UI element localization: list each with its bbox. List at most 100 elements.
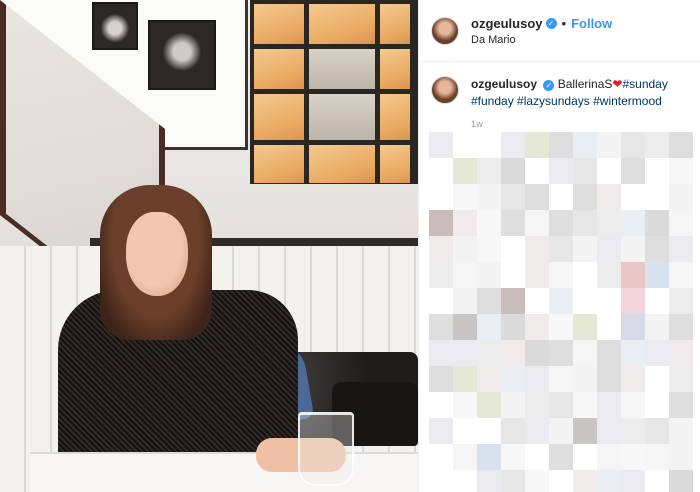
pixel-block: [501, 184, 525, 210]
pixel-block: [477, 444, 501, 470]
pixel-block: [501, 288, 525, 314]
pixel-block: [501, 314, 525, 340]
pixel-block: [597, 262, 621, 288]
pixel-block: [645, 262, 669, 288]
pixel-block: [573, 470, 597, 492]
pixel-block: [549, 340, 573, 366]
caption-username[interactable]: ozgeulusoy: [471, 77, 537, 91]
location-link[interactable]: Da Mario: [471, 34, 612, 46]
pixel-block: [597, 184, 621, 210]
pixel-block: [645, 210, 669, 236]
pixel-block: [501, 158, 525, 184]
pixel-block: [573, 314, 597, 340]
pixel-block: [429, 314, 453, 340]
pixel-block: [597, 392, 621, 418]
pixel-block: [453, 340, 477, 366]
pixel-block: [549, 470, 573, 492]
pixel-block: [549, 158, 573, 184]
pixel-block: [597, 210, 621, 236]
pixel-block: [645, 184, 669, 210]
pixel-block: [477, 184, 501, 210]
pixel-block: [645, 288, 669, 314]
face: [126, 212, 188, 296]
pixel-block: [477, 392, 501, 418]
pixel-block: [477, 262, 501, 288]
post-photo[interactable]: [0, 0, 418, 492]
lit-window: [250, 0, 418, 184]
pixel-block: [429, 444, 453, 470]
hashtag-wintermood[interactable]: #wintermood: [593, 94, 662, 108]
pixel-block: [645, 340, 669, 366]
avatar[interactable]: [431, 16, 459, 45]
pixel-block: [477, 132, 501, 158]
pixel-block: [525, 340, 549, 366]
pixel-block: [501, 340, 525, 366]
pixel-block: [453, 184, 477, 210]
pixel-block: [669, 132, 693, 158]
pixel-block: [645, 444, 669, 470]
pixel-block: [573, 392, 597, 418]
pixel-block: [429, 210, 453, 236]
pixel-block: [429, 262, 453, 288]
pixel-block: [525, 210, 549, 236]
pixel-block: [669, 210, 693, 236]
pixel-block: [477, 366, 501, 392]
pixel-block: [597, 132, 621, 158]
hashtag-sunday[interactable]: #sunday: [622, 77, 667, 91]
pixel-block: [429, 132, 453, 158]
pixel-block: [429, 236, 453, 262]
pixel-block: [549, 288, 573, 314]
pixel-block: [597, 470, 621, 492]
pixel-block: [645, 470, 669, 492]
pixel-block: [597, 444, 621, 470]
pixel-block: [453, 262, 477, 288]
pixel-block: [621, 288, 645, 314]
pixel-block: [453, 314, 477, 340]
wine-glass: [298, 412, 354, 486]
pixel-block: [645, 236, 669, 262]
pixel-block: [669, 340, 693, 366]
pixel-block: [597, 288, 621, 314]
pixel-block: [621, 210, 645, 236]
username-link[interactable]: ozgeulusoy: [471, 16, 543, 31]
pixel-block: [597, 366, 621, 392]
pixel-block: [429, 340, 453, 366]
pixel-block: [669, 392, 693, 418]
pixel-block: [669, 470, 693, 492]
pixel-block: [453, 418, 477, 444]
caption-avatar[interactable]: [431, 76, 459, 104]
pixel-block: [549, 418, 573, 444]
post-header: ozgeulusoy ✓ • Follow Da Mario: [419, 0, 700, 62]
pixel-block: [573, 184, 597, 210]
table: [30, 452, 418, 492]
pixel-block: [549, 392, 573, 418]
hashtag-lazysundays[interactable]: #lazysundays: [517, 94, 590, 108]
follow-button[interactable]: Follow: [571, 16, 612, 31]
pixel-block: [549, 444, 573, 470]
pixel-block: [621, 392, 645, 418]
pixel-block: [621, 340, 645, 366]
pixel-block: [477, 418, 501, 444]
hashtag-funday[interactable]: #funday: [471, 94, 514, 108]
pixel-block: [669, 236, 693, 262]
pixel-block: [501, 262, 525, 288]
pixel-block: [477, 470, 501, 492]
pixel-block: [525, 314, 549, 340]
pixel-block: [645, 418, 669, 444]
pixel-block: [573, 158, 597, 184]
pixel-block: [573, 366, 597, 392]
pixel-block: [621, 184, 645, 210]
pixel-block: [597, 158, 621, 184]
pixel-block: [645, 314, 669, 340]
pixel-block: [549, 210, 573, 236]
post-time[interactable]: 1w: [471, 116, 681, 133]
pixel-block: [669, 314, 693, 340]
pixel-block: [525, 444, 549, 470]
pixel-block: [453, 210, 477, 236]
pixel-block: [453, 470, 477, 492]
pixel-block: [429, 366, 453, 392]
pixel-block: [453, 132, 477, 158]
caption: ozgeulusoy ✓ BallerinaS❤#sunday #funday …: [419, 62, 700, 133]
pixel-block: [669, 184, 693, 210]
pixel-block: [645, 132, 669, 158]
